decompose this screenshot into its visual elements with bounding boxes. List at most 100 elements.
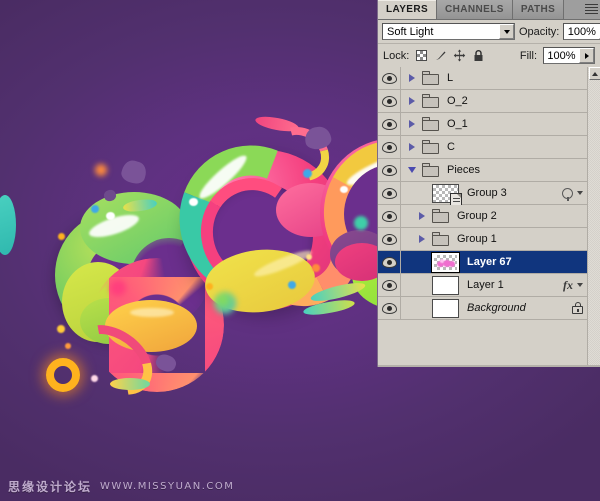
eye-icon: [381, 141, 397, 153]
chevron-down-icon[interactable]: [405, 167, 419, 173]
opacity-label: Opacity:: [519, 25, 560, 38]
chevron-right-icon[interactable]: [405, 120, 419, 128]
chevron-right-icon[interactable]: [405, 97, 419, 105]
layer-row[interactable]: Pieces: [378, 159, 587, 182]
opacity-value: 100%: [567, 25, 596, 38]
chevron-right-icon[interactable]: [579, 48, 594, 63]
visibility-toggle[interactable]: [378, 90, 401, 112]
artwork-highlight: [189, 198, 198, 206]
layer-row[interactable]: O_1: [378, 113, 587, 136]
layer-name: O_1: [447, 118, 468, 130]
blend-mode-select[interactable]: Soft Light: [382, 23, 515, 40]
chevron-right-icon[interactable]: [405, 143, 419, 151]
lock-icon[interactable]: [572, 302, 583, 314]
panel-menu-icon[interactable]: [585, 2, 598, 16]
folder-icon: [422, 94, 439, 108]
eye-icon: [381, 302, 397, 314]
layer-row-icons: [572, 302, 587, 314]
mask-icon[interactable]: [562, 187, 573, 201]
layer-row[interactable]: Group 2: [378, 205, 587, 228]
layer-thumbnail[interactable]: [432, 275, 459, 295]
watermark-cn: 思缘设计论坛: [8, 480, 93, 494]
tab-layers[interactable]: LAYERS: [378, 0, 438, 19]
fill-value: 100%: [547, 49, 576, 62]
layer-name: Layer 1: [467, 279, 504, 291]
artwork-accent: [119, 158, 149, 186]
layer-row-icons: fx: [563, 278, 587, 293]
lock-fill-row: Lock: Fill: 100%: [378, 44, 600, 68]
opacity-input[interactable]: 100%: [563, 23, 600, 40]
eye-icon: [381, 118, 397, 130]
lock-position-icon[interactable]: [453, 49, 466, 62]
artwork-accent: [46, 358, 80, 392]
chevron-right-icon[interactable]: [405, 74, 419, 82]
layer-name: C: [447, 141, 455, 153]
chevron-down-icon[interactable]: [499, 24, 514, 39]
layer-thumbnail[interactable]: [432, 298, 459, 318]
eye-icon: [381, 233, 397, 245]
blend-mode-value: Soft Light: [387, 25, 434, 38]
eye-icon: [381, 210, 397, 222]
watermark-en: WWW.MISSYUAN.COM: [100, 481, 235, 492]
folder-icon: [432, 209, 449, 223]
layer-name: O_2: [447, 95, 468, 107]
layer-list-scrollbar[interactable]: [587, 67, 600, 367]
layer-row[interactable]: Layer 67: [378, 251, 587, 274]
eye-icon: [381, 187, 397, 199]
layer-row[interactable]: Background: [378, 297, 587, 320]
layer-row[interactable]: Layer 1 fx: [378, 274, 587, 297]
artwork-accent: [95, 164, 107, 176]
eye-icon: [381, 95, 397, 107]
visibility-toggle[interactable]: [378, 297, 401, 319]
layer-name: L: [447, 72, 454, 84]
scroll-up-icon[interactable]: [589, 67, 600, 80]
blend-opacity-row: Soft Light Opacity: 100%: [378, 20, 600, 44]
folder-icon: [422, 117, 439, 131]
artwork-shape: [110, 378, 150, 390]
layer-list[interactable]: L O_2 O_1 C Pieces Group 3 Group 2 Group 1 Layer…: [378, 67, 600, 367]
visibility-toggle[interactable]: [378, 251, 401, 273]
layer-row[interactable]: Group 3: [378, 182, 587, 206]
chevron-down-icon[interactable]: [577, 191, 583, 195]
folder-icon: [422, 163, 439, 177]
layers-panel[interactable]: LAYERS CHANNELS PATHS Soft Light Opacity…: [378, 0, 600, 367]
chevron-right-icon[interactable]: [415, 235, 429, 243]
tab-paths[interactable]: PATHS: [512, 0, 565, 19]
tab-channels[interactable]: CHANNELS: [437, 0, 513, 19]
artwork-accent: [288, 281, 296, 289]
duplicate-layer-badge-icon: [450, 192, 462, 206]
visibility-toggle[interactable]: [378, 113, 401, 135]
lock-label: Lock:: [383, 49, 410, 62]
lock-image-pixels-icon[interactable]: [434, 49, 447, 62]
visibility-toggle[interactable]: [378, 67, 401, 89]
fill-label: Fill:: [519, 49, 537, 62]
eye-icon: [381, 72, 397, 84]
visibility-toggle[interactable]: [378, 228, 401, 250]
fill-input[interactable]: 100%: [543, 47, 595, 64]
folder-icon: [422, 140, 439, 154]
lock-transparent-pixels-icon[interactable]: [415, 49, 428, 62]
visibility-toggle[interactable]: [378, 205, 401, 227]
layer-name: Group 3: [467, 187, 507, 199]
visibility-toggle[interactable]: [378, 182, 401, 204]
visibility-toggle[interactable]: [378, 274, 401, 296]
visibility-toggle[interactable]: [378, 159, 401, 181]
layer-row[interactable]: C: [378, 136, 587, 159]
chevron-right-icon[interactable]: [415, 212, 429, 220]
artwork-accent: [206, 283, 213, 290]
lock-all-icon[interactable]: [472, 49, 485, 62]
layer-row[interactable]: L: [378, 67, 587, 90]
layer-thumbnail[interactable]: [431, 251, 460, 273]
layer-row[interactable]: O_2: [378, 90, 587, 113]
artwork-accent: [58, 233, 65, 240]
layer-row[interactable]: Group 1: [378, 228, 587, 251]
artwork-accent: [306, 254, 312, 260]
artwork-accent: [57, 325, 65, 333]
fx-icon[interactable]: fx: [563, 278, 573, 293]
artwork-accent: [303, 169, 312, 178]
visibility-toggle[interactable]: [378, 136, 401, 158]
chevron-down-icon[interactable]: [577, 283, 583, 287]
layer-thumbnail[interactable]: [432, 183, 462, 206]
eye-icon: [381, 164, 397, 176]
artwork-accent: [65, 343, 71, 349]
